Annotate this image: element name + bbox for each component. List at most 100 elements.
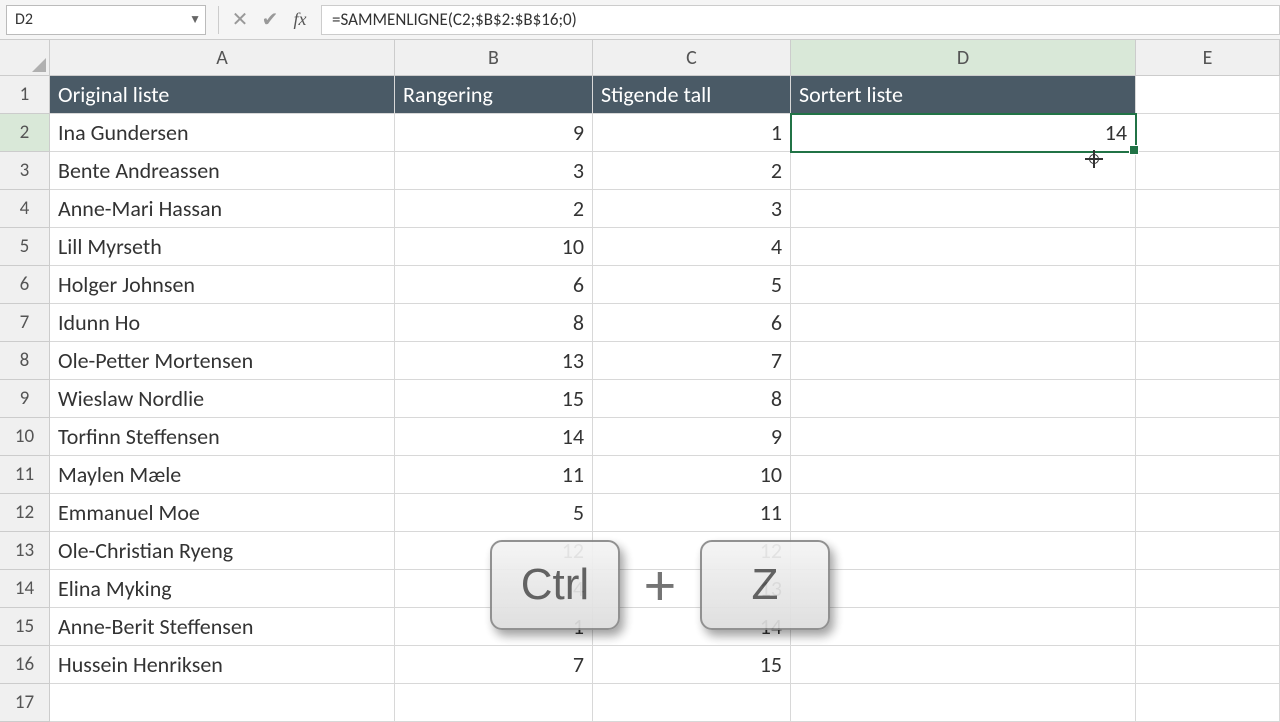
- cell[interactable]: [1136, 304, 1280, 342]
- cell[interactable]: [791, 684, 1136, 722]
- row-header-6[interactable]: 6: [0, 266, 50, 304]
- cell[interactable]: 7: [593, 342, 791, 380]
- cell[interactable]: 15: [395, 380, 593, 418]
- cell[interactable]: [1136, 418, 1280, 456]
- cell[interactable]: 2: [395, 190, 593, 228]
- row-header-10[interactable]: 10: [0, 418, 50, 456]
- cell[interactable]: Holger Johnsen: [50, 266, 395, 304]
- cell[interactable]: [791, 342, 1136, 380]
- cell[interactable]: [791, 608, 1136, 646]
- spreadsheet-grid[interactable]: ABCDE1Original listeRangeringStigende ta…: [0, 40, 1280, 722]
- row-header-1[interactable]: 1: [0, 76, 50, 114]
- cell[interactable]: [791, 646, 1136, 684]
- cell[interactable]: 2: [593, 152, 791, 190]
- row-header-15[interactable]: 15: [0, 608, 50, 646]
- cell[interactable]: [791, 532, 1136, 570]
- cell[interactable]: [1136, 570, 1280, 608]
- name-box[interactable]: D2 ▼: [6, 5, 206, 35]
- cell[interactable]: 7: [395, 646, 593, 684]
- cell[interactable]: [1136, 608, 1280, 646]
- col-header-E[interactable]: E: [1136, 40, 1280, 76]
- cell[interactable]: [50, 684, 395, 722]
- cell[interactable]: [791, 304, 1136, 342]
- cell[interactable]: [1136, 532, 1280, 570]
- cell[interactable]: [791, 418, 1136, 456]
- cell[interactable]: 1: [395, 608, 593, 646]
- cell[interactable]: 9: [593, 418, 791, 456]
- cell[interactable]: Emmanuel Moe: [50, 494, 395, 532]
- cell[interactable]: Idunn Ho: [50, 304, 395, 342]
- cell[interactable]: 4: [395, 570, 593, 608]
- header-cell[interactable]: Sortert liste: [791, 76, 1136, 114]
- cell[interactable]: 6: [395, 266, 593, 304]
- cell[interactable]: Wieslaw Nordlie: [50, 380, 395, 418]
- cancel-icon[interactable]: ✕: [225, 5, 255, 35]
- chevron-down-icon[interactable]: ▼: [189, 12, 201, 27]
- cell[interactable]: Ina Gundersen: [50, 114, 395, 152]
- cell[interactable]: 11: [593, 494, 791, 532]
- cell[interactable]: Anne-Berit Steffensen: [50, 608, 395, 646]
- cell[interactable]: [1136, 646, 1280, 684]
- cell[interactable]: 5: [395, 494, 593, 532]
- row-header-9[interactable]: 9: [0, 380, 50, 418]
- cell[interactable]: [791, 494, 1136, 532]
- cell[interactable]: Lill Myrseth: [50, 228, 395, 266]
- row-header-13[interactable]: 13: [0, 532, 50, 570]
- cell[interactable]: 10: [395, 228, 593, 266]
- cell[interactable]: 6: [593, 304, 791, 342]
- cell[interactable]: [1136, 228, 1280, 266]
- cell[interactable]: [1136, 494, 1280, 532]
- cell[interactable]: 12: [395, 532, 593, 570]
- cell[interactable]: 5: [593, 266, 791, 304]
- cell[interactable]: [1136, 684, 1280, 722]
- cell[interactable]: [791, 266, 1136, 304]
- cell[interactable]: 8: [593, 380, 791, 418]
- cell[interactable]: [791, 456, 1136, 494]
- col-header-D[interactable]: D: [791, 40, 1136, 76]
- row-header-5[interactable]: 5: [0, 228, 50, 266]
- cell[interactable]: 14: [593, 608, 791, 646]
- cell[interactable]: [1136, 76, 1280, 114]
- cell[interactable]: 13: [395, 342, 593, 380]
- cell[interactable]: Hussein Henriksen: [50, 646, 395, 684]
- header-cell[interactable]: Rangering: [395, 76, 593, 114]
- cell[interactable]: [1136, 190, 1280, 228]
- row-header-4[interactable]: 4: [0, 190, 50, 228]
- cell[interactable]: 8: [395, 304, 593, 342]
- header-cell[interactable]: Original liste: [50, 76, 395, 114]
- row-header-14[interactable]: 14: [0, 570, 50, 608]
- cell[interactable]: 12: [593, 532, 791, 570]
- cell[interactable]: [395, 684, 593, 722]
- cell[interactable]: Anne-Mari Hassan: [50, 190, 395, 228]
- col-header-A[interactable]: A: [50, 40, 395, 76]
- header-cell[interactable]: Stigende tall: [593, 76, 791, 114]
- cell[interactable]: [1136, 152, 1280, 190]
- row-header-16[interactable]: 16: [0, 646, 50, 684]
- cell[interactable]: [791, 190, 1136, 228]
- cell[interactable]: 4: [593, 228, 791, 266]
- cell[interactable]: 3: [395, 152, 593, 190]
- col-header-B[interactable]: B: [395, 40, 593, 76]
- cell[interactable]: 9: [395, 114, 593, 152]
- cell[interactable]: [791, 228, 1136, 266]
- row-header-7[interactable]: 7: [0, 304, 50, 342]
- row-header-12[interactable]: 12: [0, 494, 50, 532]
- cell[interactable]: Maylen Mæle: [50, 456, 395, 494]
- confirm-icon[interactable]: ✔: [255, 5, 285, 35]
- cell[interactable]: Torfinn Steffensen: [50, 418, 395, 456]
- cell[interactable]: 10: [593, 456, 791, 494]
- cell[interactable]: [1136, 114, 1280, 152]
- col-header-C[interactable]: C: [593, 40, 791, 76]
- row-header-8[interactable]: 8: [0, 342, 50, 380]
- cell[interactable]: 11: [395, 456, 593, 494]
- row-header-3[interactable]: 3: [0, 152, 50, 190]
- cell[interactable]: [1136, 342, 1280, 380]
- cell[interactable]: 15: [593, 646, 791, 684]
- cell[interactable]: 13: [593, 570, 791, 608]
- cell[interactable]: [1136, 266, 1280, 304]
- cell[interactable]: 1: [593, 114, 791, 152]
- cell[interactable]: 14: [395, 418, 593, 456]
- cell[interactable]: 3: [593, 190, 791, 228]
- cell[interactable]: [791, 380, 1136, 418]
- formula-input[interactable]: =SAMMENLIGNE(C2;$B$2:$B$16;0): [321, 5, 1280, 35]
